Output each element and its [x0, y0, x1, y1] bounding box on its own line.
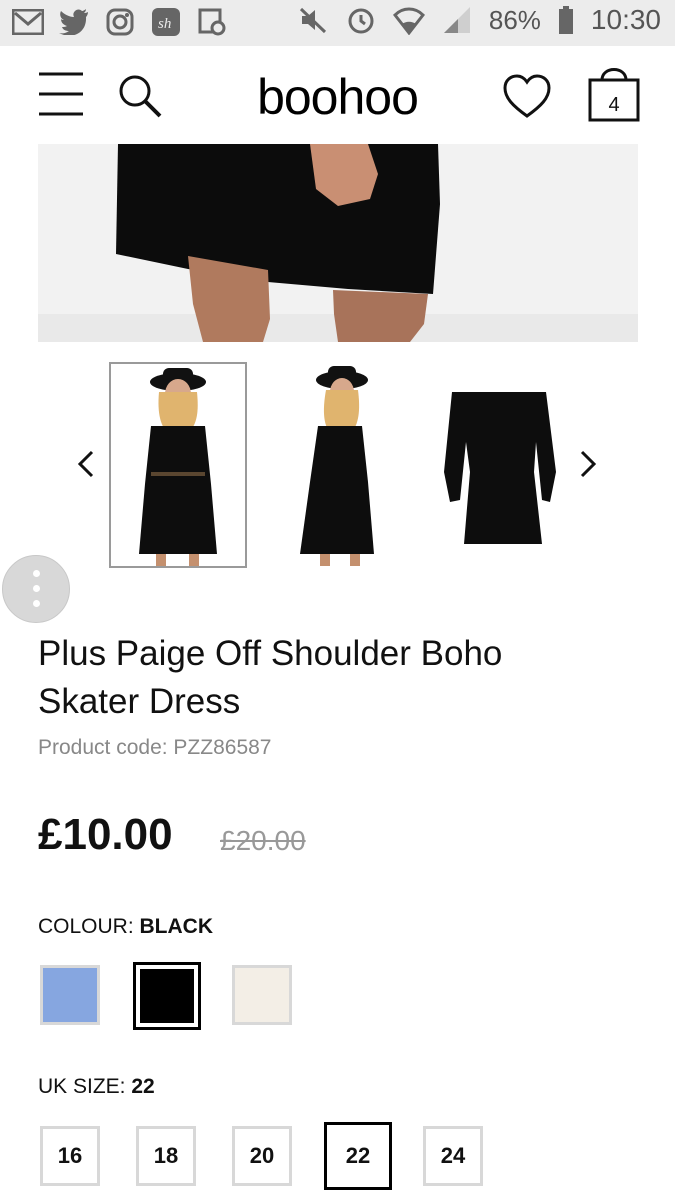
size-label-text: UK SIZE:: [38, 1075, 132, 1098]
size-option-18[interactable]: 18: [136, 1126, 196, 1186]
more-dot-icon: [33, 600, 40, 607]
colour-swatch-blue[interactable]: [40, 965, 100, 1025]
colour-label-text: COLOUR:: [38, 915, 140, 938]
swatch-fill: [235, 968, 289, 1022]
boohoo-logo[interactable]: boohoo: [0, 68, 675, 126]
thumbnail-carousel: [0, 362, 675, 570]
size-option-24[interactable]: 24: [423, 1126, 483, 1186]
wifi-icon: [392, 4, 425, 36]
system-icons: 86% 10:30: [297, 4, 661, 36]
product-title: Plus Paige Off Shoulder Boho Skater Dres…: [38, 634, 503, 721]
instagram-icon: [104, 6, 136, 38]
selected-colour: BLACK: [139, 915, 214, 938]
swatch-fill: [140, 969, 194, 1023]
twitter-icon: [58, 6, 90, 38]
svg-text:sh: sh: [158, 16, 171, 32]
thumbnail-1[interactable]: [109, 362, 247, 568]
product-code-label: Product code:: [38, 736, 174, 759]
size-option-16[interactable]: 16: [40, 1126, 100, 1186]
thumbnail-3[interactable]: [430, 362, 568, 568]
colour-swatch-black[interactable]: [133, 962, 201, 1030]
shopping-bag-button[interactable]: 4: [586, 62, 642, 124]
gmail-icon: [12, 6, 44, 38]
wishlist-heart-icon[interactable]: [503, 74, 551, 123]
size-option-20[interactable]: 20: [232, 1126, 292, 1186]
selected-size: 22: [131, 1075, 155, 1098]
more-options-button[interactable]: [2, 555, 70, 623]
size-label: UK SIZE: 22: [38, 1075, 155, 1099]
more-dot-icon: [33, 570, 40, 577]
alarm-icon: [345, 4, 377, 36]
battery-icon: [557, 4, 575, 36]
size-option-22[interactable]: 22: [324, 1122, 392, 1190]
more-dot-icon: [33, 585, 40, 592]
swatch-fill: [43, 968, 97, 1022]
prev-arrow-icon[interactable]: [74, 450, 98, 478]
battery-percent: 86%: [488, 4, 541, 35]
clock: 10:30: [590, 4, 661, 35]
product-code: Product code: PZZ86587: [38, 736, 271, 760]
mute-icon: [297, 4, 329, 36]
product-main-image[interactable]: [38, 144, 638, 342]
status-bar: sh 86% 10:30: [0, 0, 675, 46]
thumbnail-2[interactable]: [270, 362, 408, 568]
site-header: boohoo 4: [0, 46, 675, 144]
current-price: £10.00: [38, 810, 173, 859]
app-sh-icon: sh: [150, 6, 182, 38]
signal-icon: [441, 4, 473, 36]
next-arrow-icon[interactable]: [576, 450, 600, 478]
calendar-clock-icon: [196, 6, 228, 38]
bag-count: 4: [608, 94, 620, 116]
original-price: £20.00: [220, 825, 306, 856]
colour-swatch-cream[interactable]: [232, 965, 292, 1025]
notification-icons: sh: [12, 6, 228, 38]
product-code-value: PZZ86587: [173, 736, 272, 759]
colour-label: COLOUR: BLACK: [38, 915, 213, 939]
